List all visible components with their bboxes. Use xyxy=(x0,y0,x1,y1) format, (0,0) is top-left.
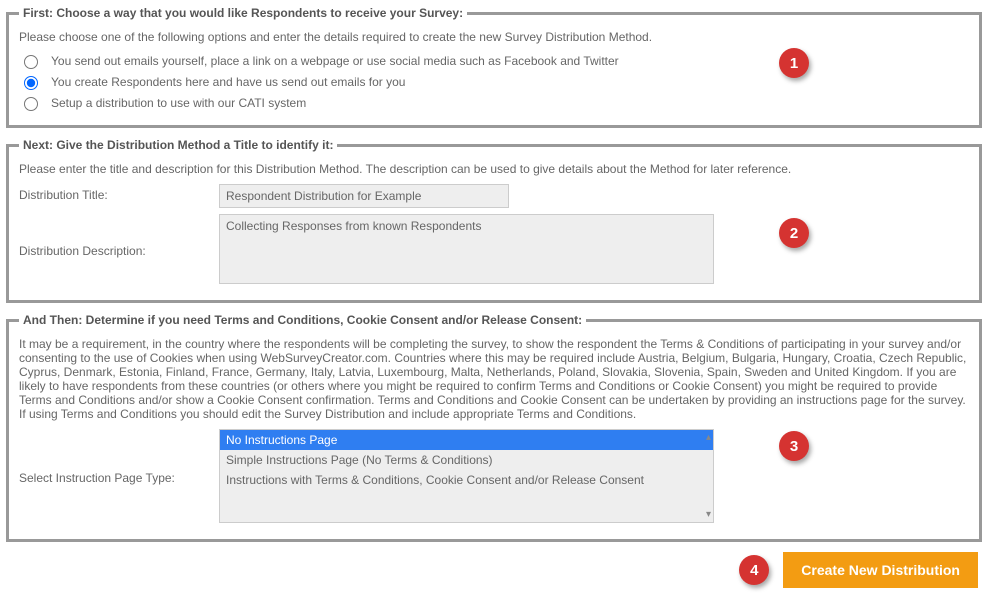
section-terms: And Then: Determine if you need Terms an… xyxy=(6,313,982,542)
chevron-up-icon[interactable]: ▴ xyxy=(706,432,711,443)
radio-we-send[interactable] xyxy=(24,76,38,90)
radio-cati[interactable] xyxy=(24,97,38,111)
section-title: Next: Give the Distribution Method a Tit… xyxy=(6,138,982,303)
radio-self-send[interactable] xyxy=(24,55,38,69)
annotation-bubble-3: 3 xyxy=(779,431,809,461)
create-new-distribution-button[interactable]: Create New Distribution xyxy=(783,552,978,588)
instruction-type-label: Select Instruction Page Type: xyxy=(19,429,219,523)
radio-we-send-label: You create Respondents here and have us … xyxy=(51,75,405,89)
instruction-type-listbox[interactable]: No Instructions Page Simple Instructions… xyxy=(219,429,714,523)
section3-intro: It may be a requirement, in the country … xyxy=(19,337,969,421)
distribution-title-label: Distribution Title: xyxy=(19,184,219,202)
annotation-bubble-2: 2 xyxy=(779,218,809,248)
section3-legend: And Then: Determine if you need Terms an… xyxy=(19,313,586,327)
radio-self-send-label: You send out emails yourself, place a li… xyxy=(51,54,619,68)
list-item[interactable]: No Instructions Page xyxy=(220,430,713,450)
list-item[interactable]: Simple Instructions Page (No Terms & Con… xyxy=(220,450,713,470)
footer-row: 4 Create New Distribution xyxy=(6,552,982,588)
distribution-description-input[interactable] xyxy=(219,214,714,284)
section-choose-method: First: Choose a way that you would like … xyxy=(6,6,982,128)
annotation-bubble-4: 4 xyxy=(739,555,769,585)
distribution-description-label: Distribution Description: xyxy=(19,214,219,284)
section1-legend: First: Choose a way that you would like … xyxy=(19,6,467,20)
section2-legend: Next: Give the Distribution Method a Tit… xyxy=(19,138,337,152)
distribution-title-input[interactable] xyxy=(219,184,509,208)
list-item[interactable]: Instructions with Terms & Conditions, Co… xyxy=(220,470,713,490)
radio-cati-label: Setup a distribution to use with our CAT… xyxy=(51,96,306,110)
annotation-bubble-1: 1 xyxy=(779,48,809,78)
section2-intro: Please enter the title and description f… xyxy=(19,162,969,176)
section1-intro: Please choose one of the following optio… xyxy=(19,30,969,44)
chevron-down-icon[interactable]: ▾ xyxy=(706,509,711,520)
